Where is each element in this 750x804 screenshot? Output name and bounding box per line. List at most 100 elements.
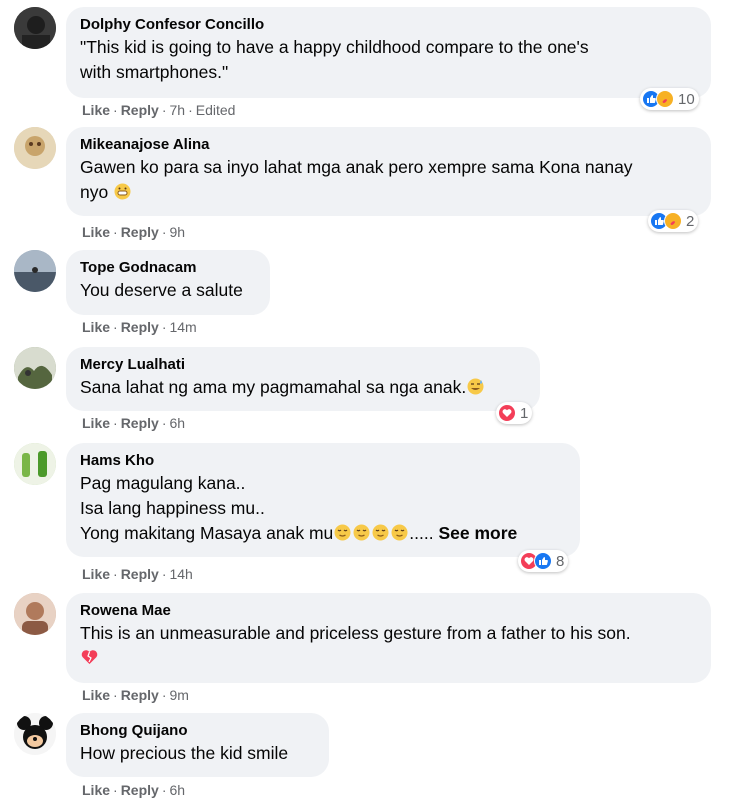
reply-link[interactable]: Reply xyxy=(121,687,159,703)
reply-link[interactable]: Reply xyxy=(121,319,159,335)
comment-line: Sana lahat ng ama my pagmamahal sa nga a… xyxy=(80,375,526,400)
comment-line: with smartphones." xyxy=(80,62,229,82)
like-link[interactable]: Like xyxy=(82,224,110,240)
reaction-summary[interactable]: 8 xyxy=(518,550,569,572)
like-link[interactable]: Like xyxy=(82,687,110,703)
comment-text: You deserve a salute xyxy=(80,278,256,303)
avatar[interactable] xyxy=(14,7,56,49)
relieved-emoji-icon xyxy=(333,523,352,542)
comment-line: Pag magulang kana.. xyxy=(80,473,246,493)
avatar[interactable] xyxy=(14,250,56,292)
comment-author[interactable]: Tope Godnacam xyxy=(80,258,256,278)
reply-link[interactable]: Reply xyxy=(121,415,159,431)
comment-author[interactable]: Bhong Quijano xyxy=(80,721,315,741)
like-icon xyxy=(534,552,552,570)
like-link[interactable]: Like xyxy=(82,782,110,798)
care-icon xyxy=(656,90,674,108)
comment-text: Sana lahat ng ama my pagmamahal sa nga a… xyxy=(80,375,526,400)
comment-text: This is an unmeasurable and priceless ge… xyxy=(80,621,697,671)
comment-line xyxy=(80,646,697,671)
relieved-emoji-icon xyxy=(390,523,409,542)
timestamp[interactable]: 14h xyxy=(169,566,192,582)
like-link[interactable]: Like xyxy=(82,566,110,582)
edited-label: Edited xyxy=(195,102,236,118)
reaction-count: 2 xyxy=(686,212,695,230)
reply-link[interactable]: Reply xyxy=(121,782,159,798)
reaction-summary[interactable]: 1 xyxy=(496,402,533,424)
avatar-photo-icon xyxy=(14,127,56,169)
timestamp[interactable]: 14m xyxy=(169,319,196,335)
see-more-link[interactable]: See more xyxy=(438,523,517,543)
reaction-count: 8 xyxy=(556,552,565,570)
grinning-emoji-icon xyxy=(113,182,132,201)
comment-text: Pag magulang kana.. Isa lang happiness m… xyxy=(80,471,566,546)
comment-line: nyo xyxy=(80,180,697,205)
avatar-photo-icon xyxy=(14,713,56,755)
reply-link[interactable]: Reply xyxy=(121,566,159,582)
timestamp[interactable]: 6h xyxy=(169,782,185,798)
reaction-summary[interactable]: 2 xyxy=(648,210,699,232)
relieved-emoji-icon xyxy=(352,523,371,542)
comment-line: How precious the kid smile xyxy=(80,743,289,763)
avatar-photo-icon xyxy=(14,443,56,485)
avatar[interactable] xyxy=(14,443,56,485)
avatar-photo-icon xyxy=(14,593,56,635)
relieved-emoji-icon xyxy=(371,523,390,542)
avatar[interactable] xyxy=(14,713,56,755)
avatar-photo-icon xyxy=(14,250,56,292)
avatar-photo-icon xyxy=(14,7,56,49)
ellipsis-text: ..... xyxy=(409,523,434,543)
care-icon xyxy=(664,212,682,230)
comment-line: You deserve a salute xyxy=(80,280,243,300)
comment-actions: Like · Reply · 6h xyxy=(82,782,186,798)
comment-bubble: Dolphy Confesor Concillo "This kid is go… xyxy=(66,7,711,98)
comment-text: How precious the kid smile xyxy=(80,741,315,766)
reaction-summary[interactable]: 10 xyxy=(640,88,699,110)
comment-line: Isa lang happiness mu.. xyxy=(80,498,265,518)
reaction-count: 10 xyxy=(678,90,695,108)
like-link[interactable]: Like xyxy=(82,102,110,118)
comment-actions: Like · Reply · 6h xyxy=(82,415,186,431)
like-link[interactable]: Like xyxy=(82,319,110,335)
comment-bubble: Mercy Lualhati Sana lahat ng ama my pagm… xyxy=(66,347,540,411)
reaction-count: 1 xyxy=(520,404,529,422)
comment-text: Gawen ko para sa inyo lahat mga anak per… xyxy=(80,155,697,205)
comment-bubble: Mikeanajose Alina Gawen ko para sa inyo … xyxy=(66,127,711,216)
comment-line: This is an unmeasurable and priceless ge… xyxy=(80,623,631,643)
comment-author[interactable]: Rowena Mae xyxy=(80,601,697,621)
comment-line: Yong makitang Masaya anak mu..... See mo… xyxy=(80,521,566,546)
comment-bubble: Hams Kho Pag magulang kana.. Isa lang ha… xyxy=(66,443,580,557)
comment-line-text: nyo xyxy=(80,182,109,202)
comment-actions: Like · Reply · 7h · Edited xyxy=(82,102,236,118)
reply-link[interactable]: Reply xyxy=(121,224,159,240)
comment-bubble: Bhong Quijano How precious the kid smile xyxy=(66,713,329,777)
comment-author[interactable]: Dolphy Confesor Concillo xyxy=(80,15,697,35)
sweat-smile-emoji-icon xyxy=(466,377,485,396)
comment-author[interactable]: Mercy Lualhati xyxy=(80,355,526,375)
comment-actions: Like · Reply · 9m xyxy=(82,687,189,703)
timestamp[interactable]: 9m xyxy=(169,687,188,703)
timestamp[interactable]: 7h xyxy=(169,102,185,118)
avatar[interactable] xyxy=(14,347,56,389)
comment-bubble: Rowena Mae This is an unmeasurable and p… xyxy=(66,593,711,683)
comment-line-text: Yong makitang Masaya anak mu xyxy=(80,523,334,543)
comment-actions: Like · Reply · 14h xyxy=(82,566,193,582)
comment-author[interactable]: Hams Kho xyxy=(80,451,566,471)
timestamp[interactable]: 6h xyxy=(169,415,185,431)
comment-line-text: Sana lahat ng ama my pagmamahal sa nga a… xyxy=(80,377,467,397)
reply-link[interactable]: Reply xyxy=(121,102,159,118)
broken-heart-emoji-icon xyxy=(80,648,99,667)
love-icon xyxy=(498,404,516,422)
avatar[interactable] xyxy=(14,127,56,169)
timestamp[interactable]: 9h xyxy=(169,224,185,240)
avatar-photo-icon xyxy=(14,347,56,389)
comment-actions: Like · Reply · 9h xyxy=(82,224,186,240)
comment-actions: Like · Reply · 14m xyxy=(82,319,197,335)
like-link[interactable]: Like xyxy=(82,415,110,431)
avatar[interactable] xyxy=(14,593,56,635)
comment-line: Gawen ko para sa inyo lahat mga anak per… xyxy=(80,157,633,177)
comment-author[interactable]: Mikeanajose Alina xyxy=(80,135,697,155)
comment-line: "This kid is going to have a happy child… xyxy=(80,37,589,57)
comment-text: "This kid is going to have a happy child… xyxy=(80,35,697,85)
comment-bubble: Tope Godnacam You deserve a salute xyxy=(66,250,270,315)
